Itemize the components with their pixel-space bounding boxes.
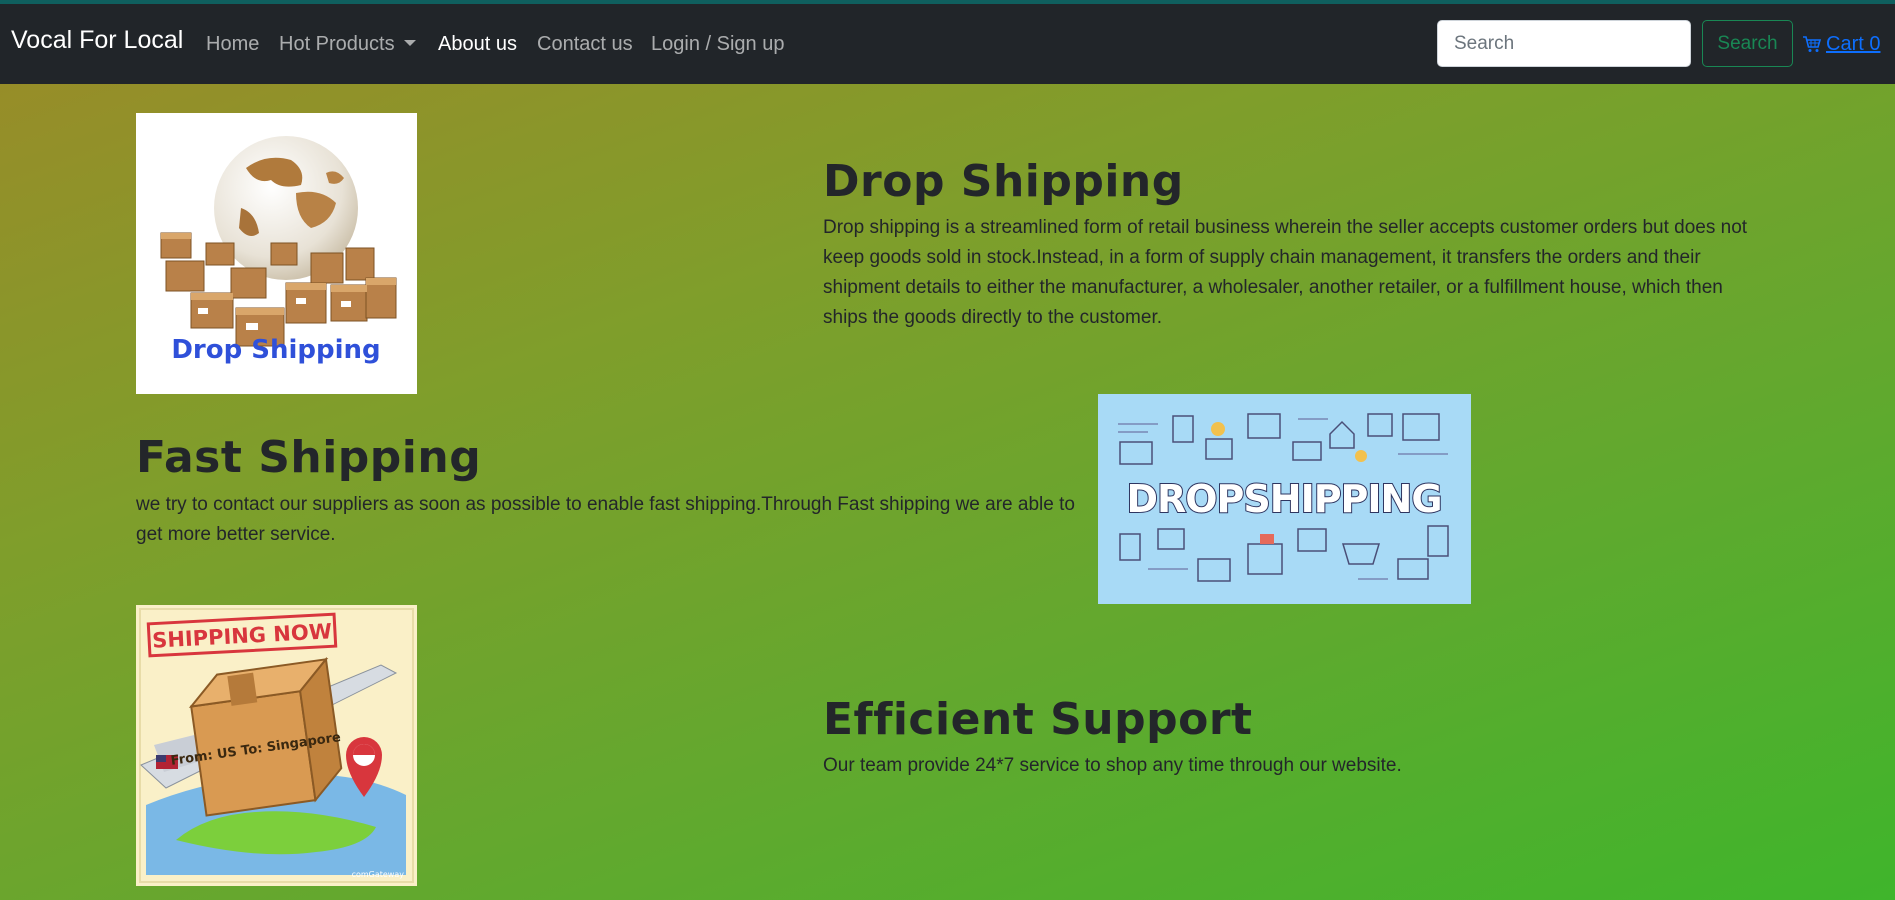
- drop-shipping-image: Drop Shipping: [136, 113, 417, 394]
- section-text-fast-shipping: we try to contact our suppliers as soon …: [136, 494, 1075, 545]
- nav-about-us[interactable]: About us: [438, 34, 517, 54]
- chevron-down-icon: [403, 40, 416, 46]
- search-input[interactable]: [1437, 20, 1691, 67]
- dropshipping-banner-image: DROPSHIPPING: [1098, 394, 1471, 604]
- navbar: Vocal For Local Home Hot Products About …: [0, 4, 1895, 84]
- shipping-now-brand: comGateway: [352, 870, 405, 879]
- nav-contact-us[interactable]: Contact us: [537, 34, 633, 54]
- drop-shipping-image-caption: Drop Shipping: [171, 335, 380, 365]
- section-title-efficient-support: Efficient Support: [823, 694, 1253, 745]
- dropshipping-banner-caption: DROPSHIPPING: [1126, 477, 1441, 521]
- section-title-drop-shipping: Drop Shipping: [823, 156, 1184, 207]
- cart-label: Cart 0: [1826, 33, 1881, 55]
- brand-link[interactable]: Vocal For Local: [11, 28, 183, 53]
- dropshipping-icons-illustration: DROPSHIPPING: [1118, 413, 1449, 582]
- nav-hot-products-label: Hot Products: [279, 33, 395, 55]
- nav-home[interactable]: Home: [206, 34, 259, 54]
- section-title-fast-shipping: Fast Shipping: [136, 432, 482, 483]
- section-text-drop-shipping: Drop shipping is a streamlined form of r…: [823, 217, 1748, 328]
- search-button[interactable]: Search: [1702, 20, 1793, 67]
- shipping-now-image: SHIPPING NOW From: US To: Singapore comG…: [136, 605, 417, 886]
- globe-boxes-illustration: Drop Shipping: [160, 136, 397, 365]
- shipping-now-illustration: SHIPPING NOW From: US To: Singapore comG…: [139, 608, 414, 883]
- section-text-efficient-support: Our team provide 24*7 service to shop an…: [823, 755, 1402, 776]
- nav-login-signup[interactable]: Login / Sign up: [651, 34, 784, 54]
- nav-hot-products-dropdown[interactable]: Hot Products: [279, 34, 416, 54]
- cart-link[interactable]: Cart 0: [1802, 34, 1880, 54]
- cart-icon: [1803, 36, 1822, 52]
